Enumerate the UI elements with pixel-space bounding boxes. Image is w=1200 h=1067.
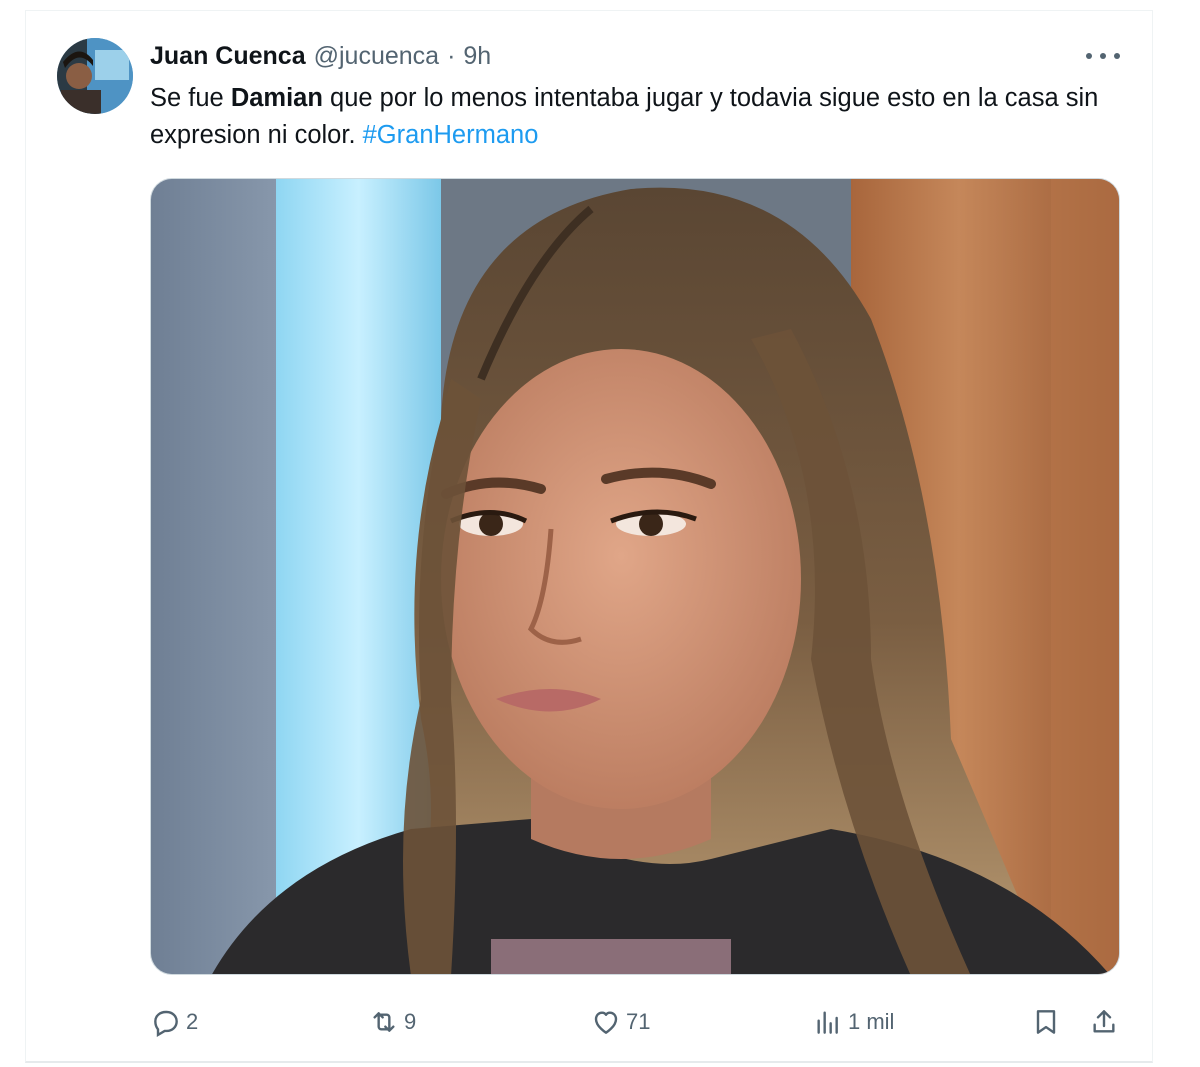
photo-of-woman-icon [151, 179, 1119, 974]
author-name[interactable]: Juan Cuenca [150, 42, 306, 71]
tweet-text-start: Se fue [150, 84, 231, 112]
tweet-media[interactable] [150, 178, 1120, 975]
retweet-button[interactable]: 9 [368, 1000, 416, 1044]
more-dots-icon[interactable] [1086, 50, 1120, 62]
bookmark-icon [1036, 1010, 1056, 1034]
reply-count: 2 [186, 1009, 199, 1034]
retweet-count: 9 [404, 1009, 417, 1034]
reply-button[interactable]: 2 [150, 1000, 198, 1044]
tweet-header: Juan Cuenca @jucuenca · 9h [150, 40, 491, 72]
like-button[interactable]: 71 [590, 1000, 650, 1044]
separator-dot: · [447, 41, 456, 70]
views-chart-icon [817, 1011, 838, 1034]
views-count: 1 mil [848, 1009, 895, 1034]
tweet-actions: 2 9 71 1 mil [150, 1000, 1120, 1044]
share-button[interactable] [1088, 1000, 1120, 1044]
like-count: 71 [626, 1009, 651, 1034]
avatar[interactable] [57, 38, 133, 114]
bookmark-button[interactable] [1030, 1000, 1062, 1044]
heart-icon [594, 1011, 618, 1034]
retweet-icon [373, 1012, 395, 1032]
reply-icon [154, 1010, 178, 1038]
author-handle[interactable]: @jucuenca [314, 42, 439, 71]
avatar-image [57, 38, 133, 114]
tweet-time[interactable]: 9h [463, 42, 491, 71]
hashtag-link[interactable]: #GranHermano [363, 121, 539, 149]
tweet-text: Se fue Damian que por lo menos intentaba… [150, 80, 1120, 154]
tweet-text-bold: Damian [230, 84, 323, 112]
views-button[interactable]: 1 mil [812, 1000, 894, 1044]
share-icon [1093, 1010, 1115, 1033]
